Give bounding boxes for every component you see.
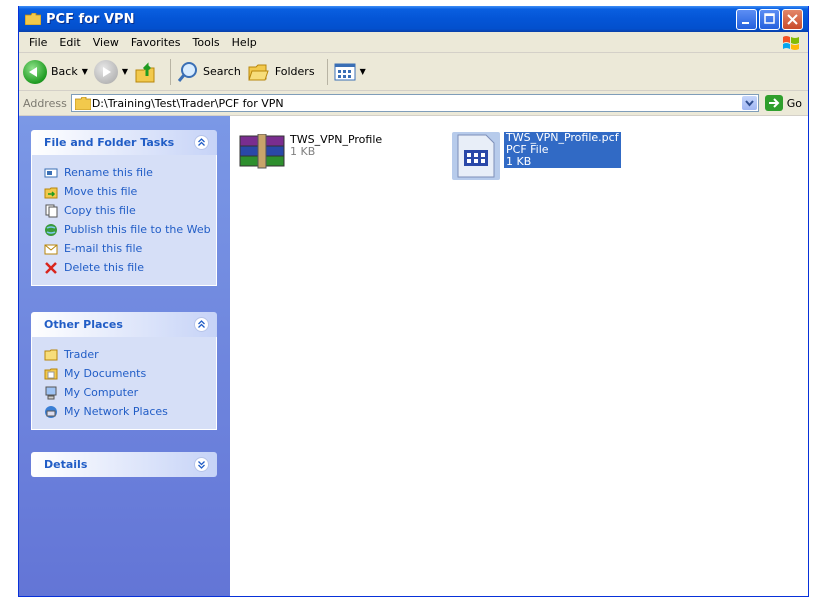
computer-icon (45, 386, 57, 399)
move-icon (44, 187, 58, 198)
menu-bar: File Edit View Favorites Tools Help (19, 32, 808, 53)
views-button[interactable]: ▼ (334, 57, 366, 87)
minimize-icon (742, 22, 749, 24)
file-item-tws-vpn-profile-pcf[interactable]: TWS_VPN_Profile.pcf PCF File 1 KB (452, 132, 621, 180)
chevron-down-icon (744, 100, 754, 107)
menu-help[interactable]: Help (226, 36, 263, 49)
up-folder-button[interactable] (134, 57, 158, 87)
dropdown-arrow-icon[interactable]: ▼ (360, 67, 366, 76)
maximize-icon (764, 13, 775, 24)
copy-icon (45, 204, 58, 217)
menu-tools[interactable]: Tools (187, 36, 226, 49)
collapse-chevron-icon[interactable] (194, 317, 209, 332)
folders-button[interactable]: Folders (247, 57, 315, 87)
file-folder-tasks-panel: File and Folder Tasks Rename this file M… (31, 130, 217, 286)
delete-x-icon (45, 261, 57, 274)
maximize-button[interactable] (759, 9, 780, 30)
dropdown-arrow-icon[interactable]: ▼ (82, 67, 88, 76)
file-size: 1 KB (506, 155, 532, 168)
dropdown-arrow-icon[interactable]: ▼ (122, 67, 128, 76)
menu-edit[interactable]: Edit (53, 36, 86, 49)
place-my-documents-link[interactable]: My Documents (44, 364, 216, 383)
address-path: D:\Training\Test\Trader\PCF for VPN (91, 96, 284, 110)
file-item-tws-vpn-profile[interactable]: TWS_VPN_Profile 1 KB (238, 134, 382, 182)
delete-file-link[interactable]: Delete this file (44, 258, 216, 277)
views-icon (334, 63, 356, 80)
panel-title: Other Places (44, 318, 123, 331)
folders-label: Folders (274, 65, 315, 78)
task-pane: File and Folder Tasks Rename this file M… (19, 116, 230, 596)
file-folder-tasks-header[interactable]: File and Folder Tasks (31, 130, 217, 155)
title-bar[interactable]: PCF for VPN (19, 6, 808, 32)
close-icon (787, 14, 798, 25)
go-arrow-icon (764, 95, 783, 111)
other-places-panel: Other Places Trader My Documents My Comp… (31, 312, 217, 430)
expand-chevron-icon[interactable] (194, 457, 209, 472)
collapse-chevron-icon[interactable] (194, 135, 209, 150)
forward-arrow-icon (93, 59, 118, 84)
back-label: Back (51, 65, 78, 78)
folder-icon (44, 349, 58, 360)
email-file-link[interactable]: E-mail this file (44, 239, 216, 258)
publish-web-link[interactable]: Publish this file to the Web (44, 220, 216, 239)
go-label: Go (786, 96, 802, 110)
address-label: Address (23, 96, 67, 110)
copy-file-link[interactable]: Copy this file (44, 201, 216, 220)
panel-title: Details (44, 458, 88, 471)
menu-file[interactable]: File (23, 36, 53, 49)
search-button[interactable]: Search (177, 57, 241, 87)
close-button[interactable] (782, 9, 803, 30)
folder-icon (74, 97, 91, 110)
pcf-file-icon (452, 132, 500, 180)
panel-title: File and Folder Tasks (44, 136, 175, 149)
window-title: PCF for VPN (46, 11, 135, 27)
my-documents-icon (44, 368, 58, 379)
back-button[interactable]: Back ▼ (23, 57, 88, 87)
minimize-button[interactable] (736, 9, 757, 30)
folder-icon (24, 12, 42, 26)
toolbar: Back ▼ ▼ Search Folders ▼ (19, 53, 808, 91)
menu-favorites[interactable]: Favorites (125, 36, 187, 49)
address-bar: Address D:\Training\Test\Trader\PCF for … (19, 91, 808, 116)
explorer-window: PCF for VPN File Edit View Favorites Too… (18, 6, 809, 597)
place-my-computer-link[interactable]: My Computer (44, 383, 216, 402)
file-size: 1 KB (290, 145, 316, 158)
back-arrow-icon (23, 59, 47, 84)
file-list-view[interactable]: TWS_VPN_Profile 1 KB TWS_VPN_Profile.pcf… (230, 116, 808, 596)
details-header[interactable]: Details (31, 452, 217, 477)
search-label: Search (203, 65, 241, 78)
toolbar-separator (170, 58, 172, 85)
forward-button[interactable]: ▼ (93, 57, 128, 87)
move-file-link[interactable]: Move this file (44, 182, 216, 201)
place-my-network-link[interactable]: My Network Places (44, 402, 216, 421)
search-icon (177, 61, 198, 82)
windows-logo-icon (783, 36, 799, 50)
folders-icon (248, 64, 269, 80)
globe-icon (45, 223, 57, 236)
toolbar-separator (326, 58, 328, 85)
menu-view[interactable]: View (87, 36, 125, 49)
winrar-archive-icon (239, 134, 285, 169)
go-button[interactable]: Go (764, 95, 802, 111)
place-trader-link[interactable]: Trader (44, 345, 216, 364)
other-places-header[interactable]: Other Places (31, 312, 217, 337)
email-icon (44, 244, 58, 254)
up-folder-icon (135, 61, 155, 82)
address-dropdown-button[interactable] (741, 96, 757, 110)
address-input[interactable]: D:\Training\Test\Trader\PCF for VPN (70, 94, 759, 112)
rename-file-link[interactable]: Rename this file (44, 163, 216, 182)
network-places-icon (45, 405, 57, 418)
rename-icon (44, 168, 58, 177)
details-panel: Details (31, 452, 217, 477)
